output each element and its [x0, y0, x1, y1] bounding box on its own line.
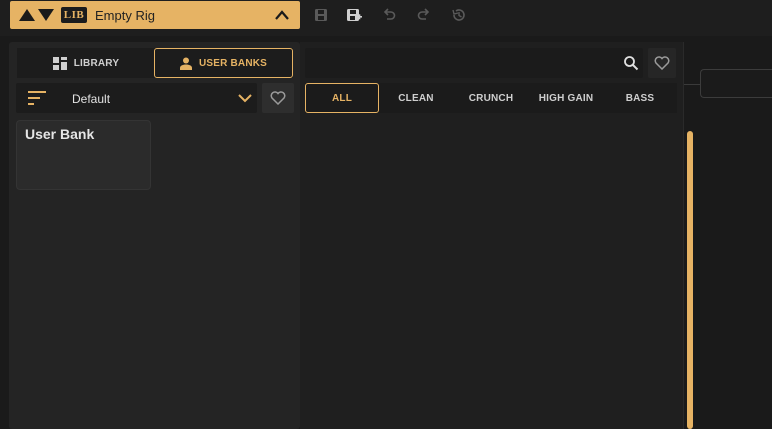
favorites-button[interactable] [262, 83, 294, 113]
filter-high-gain[interactable]: HIGH GAIN [531, 83, 601, 113]
filter-clean[interactable]: CLEAN [383, 83, 449, 113]
genre-filter-row: ALL CLEAN CRUNCH HIGH GAIN BASS [305, 83, 677, 113]
redo-icon[interactable] [416, 7, 432, 23]
background-slot [700, 69, 772, 98]
tab-library[interactable]: LIBRARY [17, 48, 155, 78]
save-icon[interactable] [313, 7, 329, 23]
lib-badge: LIB [61, 7, 87, 23]
main-panel: ALL CLEAN CRUNCH HIGH GAIN BASS [300, 42, 684, 429]
tab-user-banks[interactable]: USER BANKS [154, 48, 293, 78]
search-icon[interactable] [623, 55, 639, 71]
sort-value: Default [72, 92, 111, 106]
sort-icon [28, 91, 46, 105]
tab-user-banks-label: USER BANKS [198, 57, 268, 69]
scrollbar-thumb[interactable] [687, 131, 693, 429]
user-bank-card[interactable]: User Bank [16, 120, 151, 190]
sort-dropdown[interactable]: Default [16, 83, 257, 113]
chevron-down-icon [238, 94, 252, 103]
filter-all[interactable]: ALL [305, 83, 379, 113]
tab-library-label: LIBRARY [73, 57, 120, 69]
up-down-arrows-icon[interactable] [18, 7, 56, 23]
left-panel: LIBRARY USER BANKS Default User Bank [9, 42, 300, 429]
top-toolbar: LIB Empty Rig [0, 0, 772, 36]
grid-icon [52, 56, 67, 70]
history-icon[interactable] [451, 7, 467, 23]
bank-card-label: User Bank [25, 126, 95, 142]
rig-name: Empty Rig [95, 8, 155, 23]
tab-row: LIBRARY USER BANKS [17, 48, 293, 78]
chevron-up-icon[interactable] [274, 8, 290, 22]
panel-divider [683, 42, 684, 429]
user-icon [179, 57, 192, 70]
undo-icon[interactable] [381, 7, 397, 23]
heart-icon [654, 56, 670, 70]
rig-selector[interactable]: LIB Empty Rig [10, 1, 300, 29]
search-input[interactable] [305, 48, 643, 78]
filter-bass[interactable]: BASS [605, 83, 675, 113]
search-favorites-button[interactable] [648, 48, 676, 78]
heart-icon [270, 91, 286, 105]
save-as-icon[interactable] [346, 7, 362, 23]
filter-crunch[interactable]: CRUNCH [455, 83, 527, 113]
